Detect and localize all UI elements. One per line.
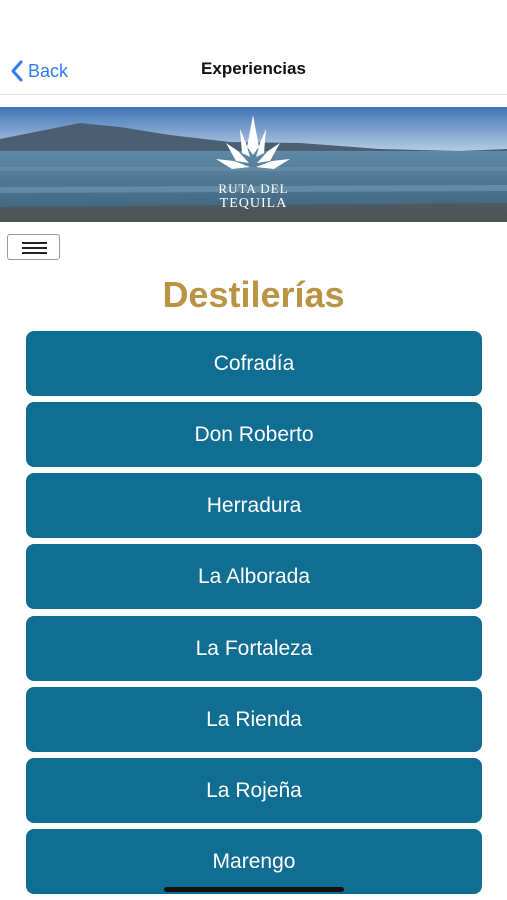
hamburger-icon xyxy=(22,242,47,244)
distillery-button-la-alborada[interactable]: La Alborada xyxy=(26,544,482,609)
logo-text-line2: TEQUILA xyxy=(219,196,288,211)
distillery-button-la-fortaleza[interactable]: La Fortaleza xyxy=(26,616,482,681)
distillery-button-la-rojena[interactable]: La Rojeña xyxy=(26,758,482,823)
nav-title: Experiencias xyxy=(201,59,306,78)
logo-text-line1: RUTA DEL xyxy=(218,181,289,196)
distillery-button-marengo[interactable]: Marengo xyxy=(26,829,482,894)
distillery-button-cofradia[interactable]: Cofradía xyxy=(26,331,482,396)
distillery-button-herradura[interactable]: Herradura xyxy=(26,473,482,538)
menu-button[interactable] xyxy=(7,234,60,260)
navigation-bar: Back Experiencias xyxy=(0,46,507,95)
page-title: Destilerías xyxy=(162,274,345,315)
hamburger-icon-middle xyxy=(22,247,47,249)
home-indicator[interactable] xyxy=(164,887,344,892)
distillery-button-don-roberto[interactable]: Don Roberto xyxy=(26,402,482,467)
distillery-button-la-rienda[interactable]: La Rienda xyxy=(26,687,482,752)
hamburger-icon-bottom xyxy=(22,252,47,254)
